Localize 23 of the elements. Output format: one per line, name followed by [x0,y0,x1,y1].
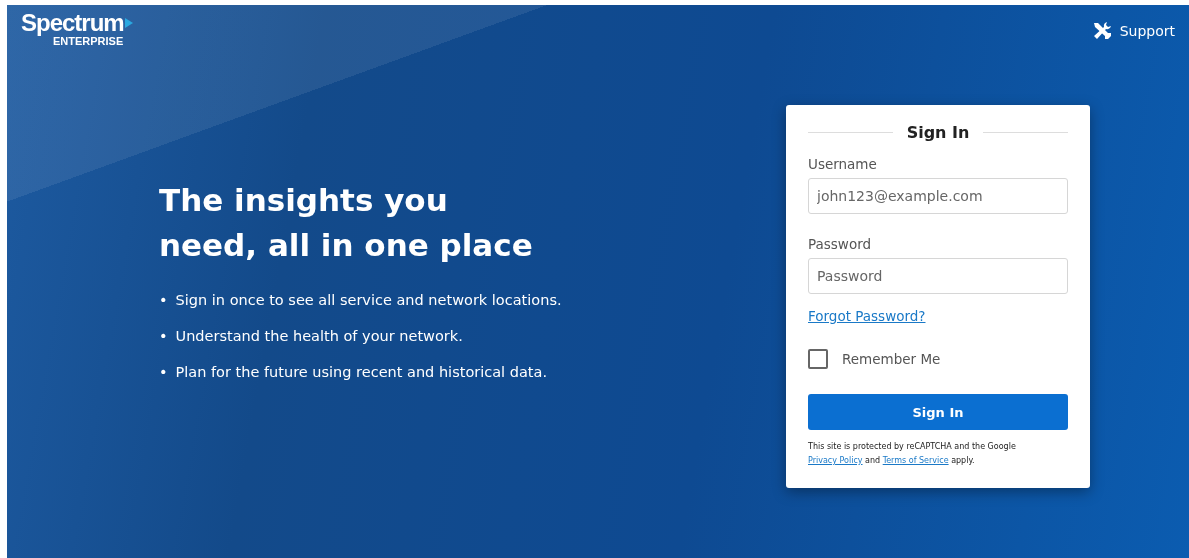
bullet-text: Sign in once to see all service and network locations. [175,291,562,310]
triangle-icon [124,18,133,28]
password-field[interactable]: Password [808,258,1068,294]
card-title: Sign In [906,123,970,142]
privacy-policy-link[interactable]: Privacy Policy [808,456,863,465]
username-label: Username [808,156,878,172]
password-label: Password [808,236,873,252]
forgot-password-link[interactable]: Forgot Password? [808,308,926,324]
terms-link[interactable]: Terms of Service [882,456,949,465]
bullet-marker: • [159,327,168,346]
recaptcha-notice: This site is protected by reCAPTCHA and the Google Privacy Policy and Terms of Service apply. [808,441,1017,467]
bullet-text: Plan for the future using recent and historical data. [175,363,547,382]
bullet-text: Understand the health of your network. [175,327,463,346]
tools-icon [1091,21,1114,41]
username-field[interactable]: john123@example.com [808,178,1068,214]
sign-in-button[interactable]: Sign In [808,394,1068,430]
logo-subtitle: ENTERPRISE [53,35,124,48]
remember-me-label: Remember Me [842,351,941,367]
remember-checkbox[interactable] [808,349,828,369]
support-link[interactable]: Support [1091,21,1175,41]
bullet-marker: • [159,363,168,382]
bullet-marker: • [159,291,168,310]
headline: The insights you need, all in one place [159,181,534,265]
